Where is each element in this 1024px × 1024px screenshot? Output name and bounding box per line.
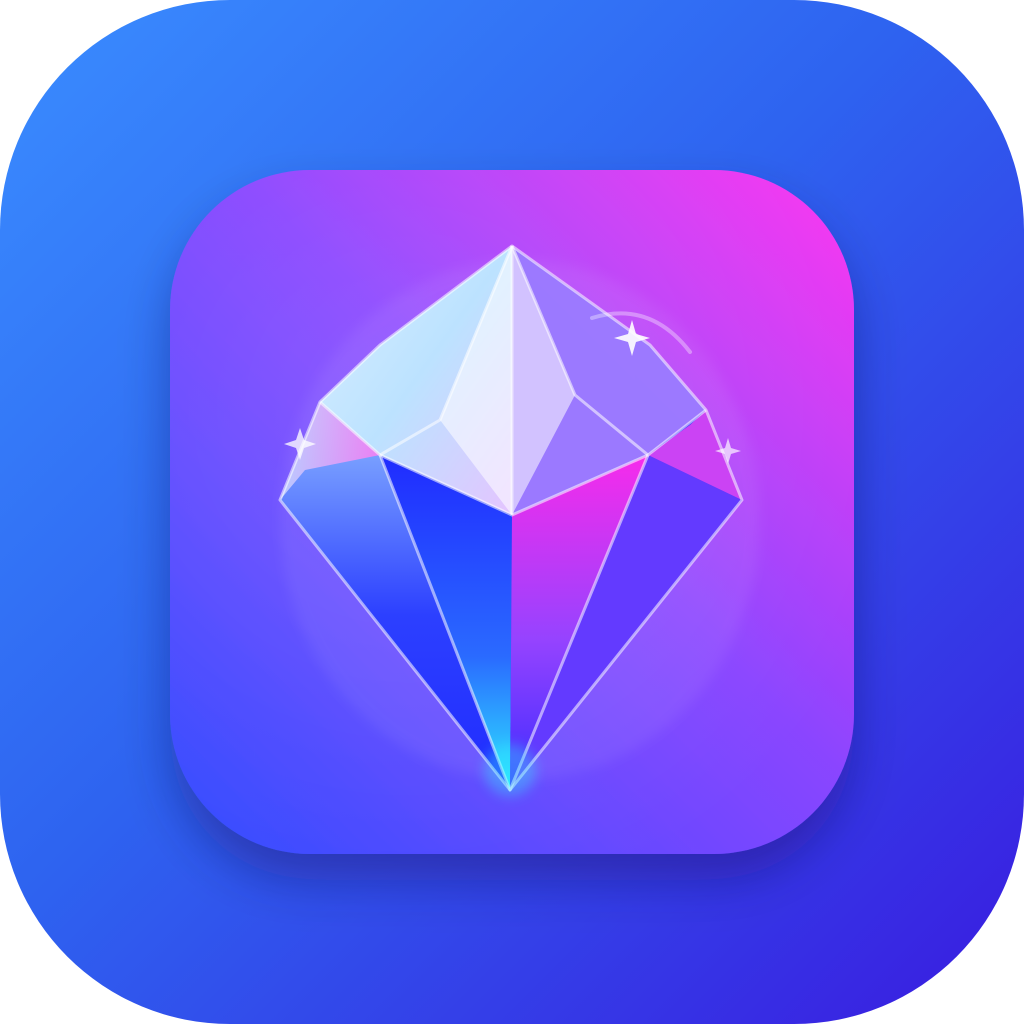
app-icon-canvas	[0, 0, 1024, 1024]
gem-tip-glow	[484, 744, 536, 796]
diamond-gem-app-icon	[0, 0, 1024, 1024]
